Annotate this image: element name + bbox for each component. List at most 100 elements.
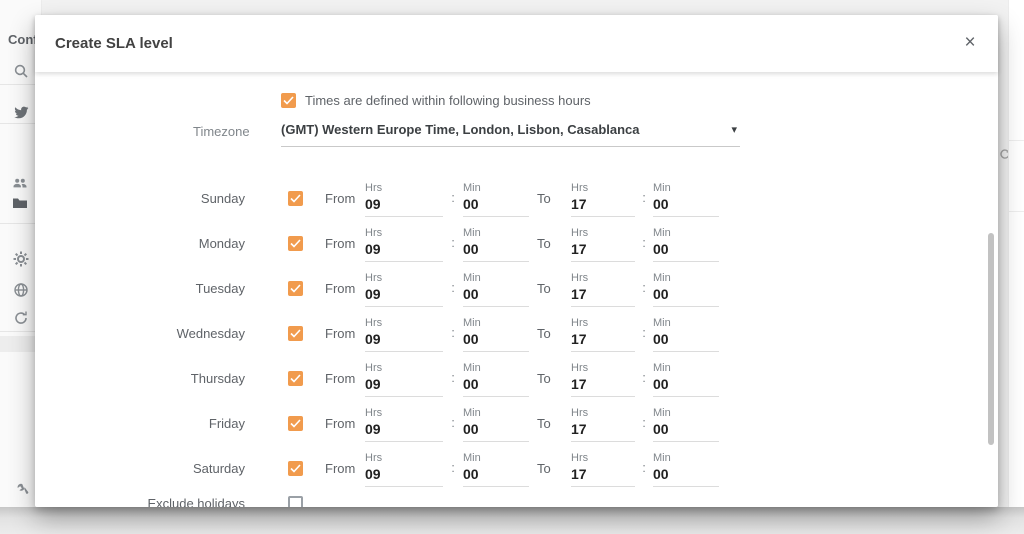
from-min-input[interactable] — [463, 241, 529, 262]
background-bottom-area — [0, 507, 1024, 534]
day-checkbox[interactable] — [288, 461, 303, 476]
exclude-holidays-checkbox[interactable] — [288, 496, 303, 507]
to-hrs-input[interactable] — [571, 286, 635, 307]
hrs-label: Hrs — [365, 361, 443, 376]
gear-icon[interactable] — [13, 251, 29, 267]
to-min-input[interactable] — [653, 241, 719, 262]
to-min-input[interactable] — [653, 376, 719, 397]
folder-icon[interactable] — [12, 195, 28, 211]
to-hrs-input[interactable] — [571, 241, 635, 262]
colon-separator: : — [635, 176, 653, 205]
dialog-title: Create SLA level — [55, 15, 173, 72]
refresh-icon[interactable] — [13, 310, 29, 326]
from-min-input[interactable] — [463, 331, 529, 352]
hrs-label: Hrs — [571, 406, 635, 421]
colon-separator: : — [443, 356, 463, 385]
day-checkbox[interactable] — [288, 371, 303, 386]
min-label: Min — [463, 271, 529, 286]
colon-separator: : — [443, 446, 463, 475]
from-hrs-input[interactable] — [365, 466, 443, 487]
from-min-input[interactable] — [463, 421, 529, 442]
min-label: Min — [653, 361, 719, 376]
to-min-input[interactable] — [653, 196, 719, 217]
dialog-scrollbar-thumb[interactable] — [988, 233, 994, 445]
hrs-label: Hrs — [365, 271, 443, 286]
min-label: Min — [463, 316, 529, 331]
colon-separator: : — [635, 221, 653, 250]
to-label: To — [537, 371, 563, 386]
day-label: Thursday — [120, 371, 245, 386]
to-hrs-input[interactable] — [571, 421, 635, 442]
exclude-holidays-label: Exclude holidays — [120, 496, 245, 507]
day-checkbox[interactable] — [288, 281, 303, 296]
from-hrs-input[interactable] — [365, 421, 443, 442]
to-min-input[interactable] — [653, 466, 719, 487]
close-icon[interactable]: × — [958, 32, 982, 56]
from-hrs-input[interactable] — [365, 286, 443, 307]
from-hrs-input[interactable] — [365, 331, 443, 352]
from-min-input[interactable] — [463, 466, 529, 487]
day-row-monday: Monday From Hrs : Min To Hrs : Min — [35, 221, 998, 266]
from-label: From — [325, 416, 357, 431]
from-hrs-input[interactable] — [365, 376, 443, 397]
wrench-icon[interactable] — [15, 482, 31, 498]
hrs-label: Hrs — [571, 271, 635, 286]
timezone-row: Timezone (GMT) Western Europe Time, Lond… — [193, 122, 998, 147]
colon-separator: : — [635, 311, 653, 340]
day-checkbox[interactable] — [288, 191, 303, 206]
to-label: To — [537, 326, 563, 341]
colon-separator: : — [635, 266, 653, 295]
globe-icon[interactable] — [13, 282, 29, 298]
day-checkbox[interactable] — [288, 416, 303, 431]
search-icon[interactable] — [13, 63, 29, 79]
from-min-input[interactable] — [463, 376, 529, 397]
from-label: From — [325, 461, 357, 476]
hrs-label: Hrs — [365, 406, 443, 421]
hrs-label: Hrs — [365, 181, 443, 196]
to-min-input[interactable] — [653, 331, 719, 352]
hrs-label: Hrs — [571, 181, 635, 196]
min-label: Min — [463, 361, 529, 376]
to-label: To — [537, 191, 563, 206]
to-min-input[interactable] — [653, 421, 719, 442]
twitter-icon[interactable] — [13, 104, 29, 120]
dialog-header: Create SLA level × — [35, 15, 998, 72]
timezone-select[interactable]: (GMT) Western Europe Time, London, Lisbo… — [281, 122, 740, 147]
hrs-label: Hrs — [365, 226, 443, 241]
day-checkbox[interactable] — [288, 326, 303, 341]
to-hrs-input[interactable] — [571, 376, 635, 397]
min-label: Min — [653, 271, 719, 286]
hrs-label: Hrs — [571, 226, 635, 241]
from-min-input[interactable] — [463, 286, 529, 307]
from-min-input[interactable] — [463, 196, 529, 217]
to-hrs-input[interactable] — [571, 331, 635, 352]
from-hrs-input[interactable] — [365, 241, 443, 262]
from-label: From — [325, 236, 357, 251]
from-label: From — [325, 191, 357, 206]
colon-separator: : — [443, 311, 463, 340]
dropdown-arrow-icon: ▾ — [731, 123, 740, 136]
day-row-wednesday: Wednesday From Hrs : Min To Hrs : Min — [35, 311, 998, 356]
to-hrs-input[interactable] — [571, 196, 635, 217]
day-checkbox[interactable] — [288, 236, 303, 251]
business-hours-checkbox[interactable] — [281, 93, 296, 108]
day-row-friday: Friday From Hrs : Min To Hrs : Min — [35, 401, 998, 446]
day-label: Wednesday — [120, 326, 245, 341]
people-icon[interactable] — [12, 175, 28, 191]
timezone-label: Timezone — [193, 122, 281, 139]
day-label: Friday — [120, 416, 245, 431]
colon-separator: : — [443, 221, 463, 250]
from-hrs-input[interactable] — [365, 196, 443, 217]
colon-separator: : — [635, 446, 653, 475]
to-min-input[interactable] — [653, 286, 719, 307]
min-label: Min — [653, 406, 719, 421]
to-label: To — [537, 416, 563, 431]
panel-divider — [1009, 211, 1024, 212]
panel-divider — [1009, 140, 1024, 141]
min-label: Min — [463, 226, 529, 241]
min-label: Min — [463, 451, 529, 466]
from-label: From — [325, 326, 357, 341]
day-row-saturday: Saturday From Hrs : Min To Hrs : Min — [35, 446, 998, 491]
min-label: Min — [463, 181, 529, 196]
to-hrs-input[interactable] — [571, 466, 635, 487]
